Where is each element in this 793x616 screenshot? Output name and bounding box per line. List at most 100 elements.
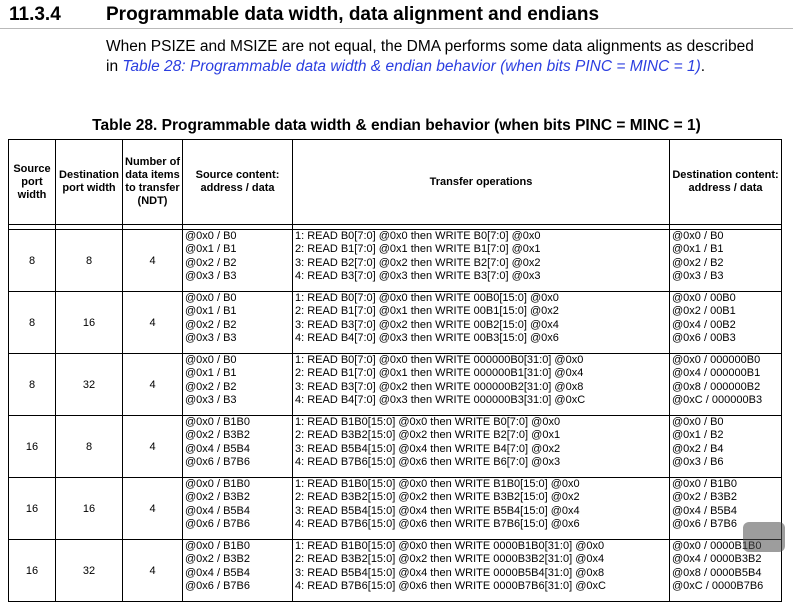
destination-content-line: @0x1 / B1 <box>672 243 724 256</box>
source-content-cell: @0x0 / B0 @0x1 / B1 @0x2 / B2 @0x3 / B3 <box>182 291 293 354</box>
source-content-line: @0x1 / B1 <box>185 243 237 256</box>
transfer-operation-line: 1: READ B1B0[15:0] @0x0 then WRITE 0000B… <box>295 540 605 552</box>
table-body: 8 8 4 @0x0 / B0 @0x1 / B1 @0x2 / B2 @0x3 / B3 1… <box>8 229 782 602</box>
destination-content-line: @0x3 / B3 <box>672 270 724 283</box>
transfer-operation-line: 2: READ B1[7:0] @0x1 then WRITE 00B1[15:… <box>295 305 559 318</box>
destination-port-width-cell: 16 <box>55 477 123 540</box>
section-title: Programmable data width, data alignment … <box>106 4 600 25</box>
source-port-width-cell: 16 <box>8 415 56 478</box>
source-content-line: @0x0 / B0 <box>185 292 237 304</box>
transfer-operation-line: 3: READ B5B4[15:0] @0x4 then WRITE B5B4[… <box>295 504 580 517</box>
source-content-line: @0x2 / B3B2 <box>185 553 250 566</box>
ndt-cell: 4 <box>122 291 183 354</box>
transfer-operations-cell: 1: READ B1B0[15:0] @0x0 then WRITE B1B0[… <box>292 477 670 540</box>
transfer-operation-line: 3: READ B3[7:0] @0x2 then WRITE 00B2[15:… <box>295 318 559 331</box>
transfer-operation-line: 2: READ B1[7:0] @0x1 then WRITE B1[7:0] … <box>295 243 541 256</box>
header-destination-content: Destination content: address / data <box>669 139 782 225</box>
header-ndt: Number of data items to transfer (NDT) <box>122 139 183 225</box>
transfer-operations-cell: 1: READ B1B0[15:0] @0x0 then WRITE B0[7:… <box>292 415 670 478</box>
source-content-line: @0x4 / B5B4 <box>185 442 250 455</box>
source-content-line: @0x0 / B1B0 <box>185 478 250 490</box>
ndt-cell: 4 <box>122 415 183 478</box>
transfer-operation-line: 4: READ B4[7:0] @0x3 then WRITE 00B3[15:… <box>295 332 559 345</box>
source-content-line: @0x6 / B7B6 <box>185 580 250 593</box>
ndt-cell: 4 <box>122 353 183 416</box>
table-row: 16 8 4 @0x0 / B1B0 @0x2 / B3B2 @0x4 / B5B4 @0x… <box>8 415 782 478</box>
source-content-cell: @0x0 / B0 @0x1 / B1 @0x2 / B2 @0x3 / B3 <box>182 353 293 416</box>
source-content-line: @0x1 / B1 <box>185 367 237 380</box>
destination-content-line: @0x2 / 00B1 <box>672 305 736 318</box>
transfer-operation-line: 4: READ B3[7:0] @0x3 then WRITE B3[7:0] … <box>295 270 541 283</box>
transfer-operation-line: 3: READ B5B4[15:0] @0x4 then WRITE B4[7:… <box>295 442 561 455</box>
source-port-width-cell: 8 <box>8 229 56 292</box>
destination-content-line: @0x4 / 00B2 <box>672 318 736 331</box>
transfer-operation-line: 1: READ B0[7:0] @0x0 then WRITE B0[7:0] … <box>295 230 541 242</box>
source-content-line: @0x0 / B0 <box>185 230 237 242</box>
transfer-operation-line: 4: READ B7B6[15:0] @0x6 then WRITE 0000B… <box>295 580 606 593</box>
source-content-cell: @0x0 / B0 @0x1 / B1 @0x2 / B2 @0x3 / B3 <box>182 229 293 292</box>
source-content-line: @0x2 / B2 <box>185 256 237 269</box>
source-content-line: @0x0 / B1B0 <box>185 416 250 428</box>
destination-port-width-cell: 32 <box>55 539 123 602</box>
destination-content-line: @0x0 / 00B0 <box>672 292 736 304</box>
source-port-width-cell: 16 <box>8 539 56 602</box>
data-width-table: Source port width Destination port width… <box>8 139 782 602</box>
header-source-port-width: Source port width <box>8 139 56 225</box>
source-content-line: @0x3 / B3 <box>185 394 237 407</box>
destination-content-line: @0x3 / B6 <box>672 456 724 469</box>
destination-content-line: @0x6 / 00B3 <box>672 332 736 345</box>
table-caption: Table 28. Programmable data width & endi… <box>92 117 701 134</box>
source-content-line: @0x2 / B3B2 <box>185 491 250 504</box>
source-content-line: @0x4 / B5B4 <box>185 566 250 579</box>
source-content-line: @0x6 / B7B6 <box>185 518 250 531</box>
destination-content-line: @0xC / 000000B3 <box>672 394 763 407</box>
source-content-line: @0x4 / B5B4 <box>185 504 250 517</box>
transfer-operations-cell: 1: READ B1B0[15:0] @0x0 then WRITE 0000B… <box>292 539 670 602</box>
destination-content-line: @0x4 / B5B4 <box>672 504 737 517</box>
source-content-cell: @0x0 / B1B0 @0x2 / B3B2 @0x4 / B5B4 @0x6 / … <box>182 539 293 602</box>
ndt-cell: 4 <box>122 539 183 602</box>
transfer-operation-line: 1: READ B1B0[15:0] @0x0 then WRITE B1B0[… <box>295 478 580 490</box>
transfer-operations-cell: 1: READ B0[7:0] @0x0 then WRITE 000000B0… <box>292 353 670 416</box>
destination-content-cell: @0x0 / B0 @0x1 / B2 @0x2 / B4 @0x3 / B6 <box>669 415 782 478</box>
destination-port-width-cell: 16 <box>55 291 123 354</box>
source-content-line: @0x6 / B7B6 <box>185 456 250 469</box>
source-content-line: @0x3 / B3 <box>185 332 237 345</box>
section-number: 11.3.4 <box>9 4 61 25</box>
header-source-content: Source content: address / data <box>182 139 293 225</box>
source-content-line: @0x3 / B3 <box>185 270 237 283</box>
intro-text-end: . <box>700 58 706 75</box>
destination-port-width-cell: 8 <box>55 229 123 292</box>
transfer-operation-line: 3: READ B2[7:0] @0x2 then WRITE B2[7:0] … <box>295 256 541 269</box>
source-port-width-cell: 8 <box>8 353 56 416</box>
destination-content-cell: @0x0 / 000000B0 @0x4 / 000000B1 @0x8 / 000… <box>669 353 782 416</box>
source-port-width-cell: 8 <box>8 291 56 354</box>
transfer-operation-line: 3: READ B3[7:0] @0x2 then WRITE 000000B2… <box>295 380 584 393</box>
header-destination-port-width: Destination port width <box>55 139 123 225</box>
destination-content-line: @0x0 / B0 <box>672 416 724 428</box>
destination-port-width-cell: 32 <box>55 353 123 416</box>
header-transfer-operations: Transfer operations <box>292 139 670 225</box>
watermark-logo-icon <box>743 522 785 552</box>
transfer-operation-line: 2: READ B3B2[15:0] @0x2 then WRITE B2[7:… <box>295 429 561 442</box>
source-content-cell: @0x0 / B1B0 @0x2 / B3B2 @0x4 / B5B4 @0x6 / … <box>182 477 293 540</box>
table-row: 8 16 4 @0x0 / B0 @0x1 / B1 @0x2 / B2 @0x3 / B3… <box>8 291 782 354</box>
table-row: 8 32 4 @0x0 / B0 @0x1 / B1 @0x2 / B2 @0x3 / B3… <box>8 353 782 416</box>
transfer-operation-line: 1: READ B0[7:0] @0x0 then WRITE 00B0[15:… <box>295 292 559 304</box>
destination-content-cell: @0x0 / B0 @0x1 / B1 @0x2 / B2 @0x3 / B3 <box>669 229 782 292</box>
destination-content-line: @0x8 / 0000B5B4 <box>672 566 762 579</box>
destination-content-line: @0x2 / B4 <box>672 442 724 455</box>
source-content-line: @0x0 / B1B0 <box>185 540 250 552</box>
ndt-cell: 4 <box>122 229 183 292</box>
destination-content-line: @0x1 / B2 <box>672 429 724 442</box>
destination-content-line: @0x0 / 000000B0 <box>672 354 761 366</box>
destination-port-width-cell: 8 <box>55 415 123 478</box>
source-content-line: @0x2 / B3B2 <box>185 429 250 442</box>
destination-content-line: @0x2 / B2 <box>672 256 724 269</box>
destination-content-line: @0x0 / B0 <box>672 230 724 242</box>
transfer-operation-line: 4: READ B7B6[15:0] @0x6 then WRITE B6[7:… <box>295 456 561 469</box>
source-content-line: @0x2 / B2 <box>185 318 237 331</box>
source-content-line: @0x1 / B1 <box>185 305 237 318</box>
transfer-operation-line: 1: READ B1B0[15:0] @0x0 then WRITE B0[7:… <box>295 416 561 428</box>
table-reference-link[interactable]: Table 28: Programmable data width & endi… <box>122 58 700 75</box>
